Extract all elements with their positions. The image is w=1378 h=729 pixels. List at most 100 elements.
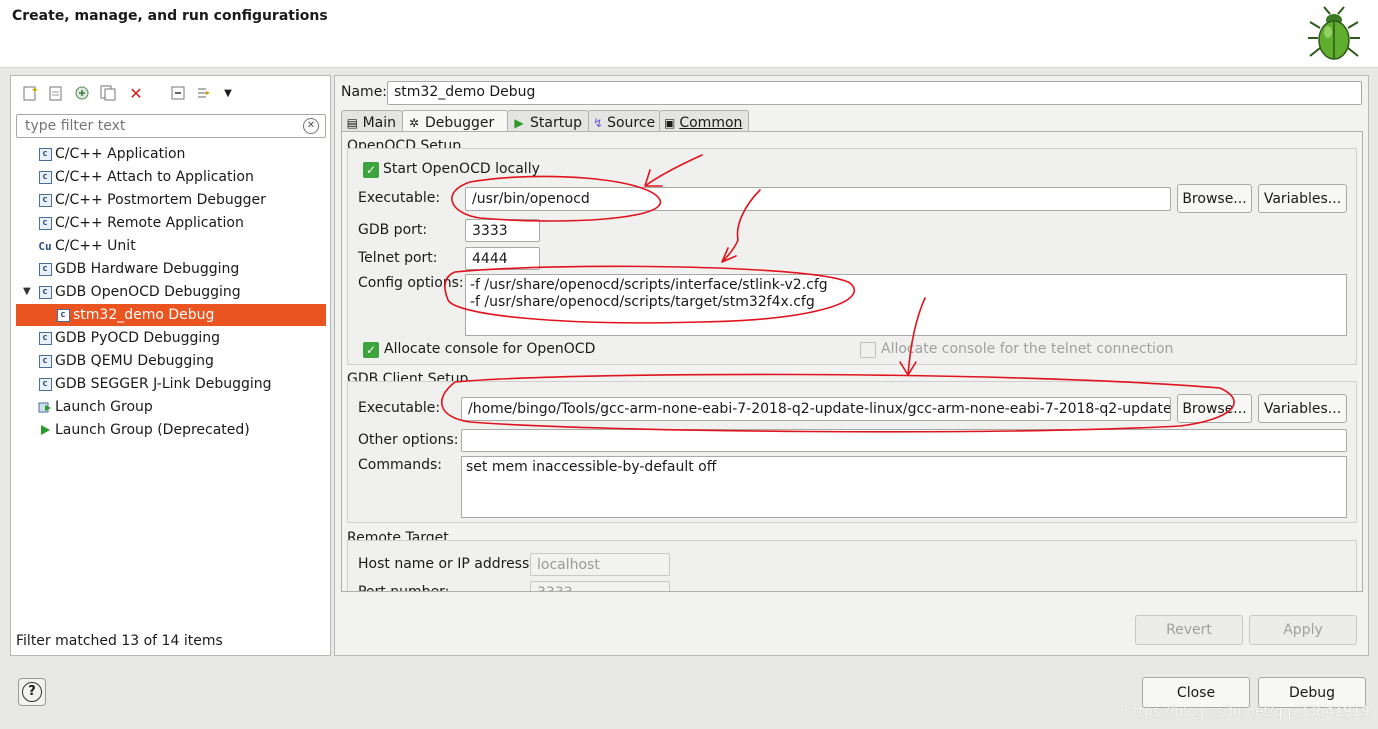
name-input[interactable]: stm32_demo Debug xyxy=(387,81,1362,105)
config-tree-panel: ✦ ✕ ▼ ✕ cC/C++ ApplicationcC/C++ Attach … xyxy=(10,75,331,656)
run-icon: ▶ xyxy=(514,115,524,130)
tree-item[interactable]: c C/C++ Postmortem Debugger xyxy=(16,189,326,211)
tab-label: Debugger xyxy=(425,115,495,131)
tree-item-label: Launch Group (Deprecated) xyxy=(55,422,250,438)
gear-icon: ✲ xyxy=(408,116,420,130)
tree-item[interactable]: c GDB PyOCD Debugging xyxy=(16,327,326,349)
tree-item-label: C/C++ Application xyxy=(55,146,186,162)
tab-startup[interactable]: ▶ Startup xyxy=(507,110,589,132)
other-options-input[interactable] xyxy=(461,429,1347,452)
tree-item[interactable]: c GDB SEGGER J-Link Debugging xyxy=(16,373,326,395)
collapse-all-icon[interactable] xyxy=(167,82,189,104)
tree-item-label: GDB PyOCD Debugging xyxy=(55,330,221,346)
c-icon: c xyxy=(56,308,70,322)
tree-item[interactable]: Launch Group (Deprecated) xyxy=(16,419,326,441)
dialog-title: Create, manage, and run configurations xyxy=(12,8,328,24)
telnet-port-input[interactable]: 4444 xyxy=(465,247,540,270)
filter-input[interactable] xyxy=(23,116,303,136)
launch-group-icon xyxy=(38,400,52,414)
c-icon: c xyxy=(38,216,52,230)
duplicate-icon[interactable] xyxy=(97,82,119,104)
tree-item-label: Launch Group xyxy=(55,399,153,415)
dialog-header: Create, manage, and run configurations xyxy=(0,0,1378,68)
other-options-label: Other options: xyxy=(358,432,459,448)
chevron-down-icon[interactable]: ▼ xyxy=(217,82,239,104)
allocate-console-label: Allocate console for OpenOCD xyxy=(384,341,596,357)
host-label: Host name or IP address: xyxy=(358,556,534,572)
start-openocd-label: Start OpenOCD locally xyxy=(383,161,540,177)
tab-debugger[interactable]: ✲ Debugger xyxy=(402,110,508,133)
openocd-executable-input[interactable]: /usr/bin/openocd xyxy=(465,187,1171,211)
config-options-textarea[interactable]: -f /usr/share/openocd/scripts/interface/… xyxy=(465,274,1347,336)
document-icon: ▤ xyxy=(346,115,358,130)
tree-item[interactable]: Cu C/C++ Unit xyxy=(16,235,326,257)
tree-item-label: C/C++ Attach to Application xyxy=(55,169,254,185)
allocate-telnet-checkbox[interactable] xyxy=(860,342,876,358)
allocate-console-checkbox[interactable]: ✓ xyxy=(363,342,379,358)
filter-status: Filter matched 13 of 14 items xyxy=(16,633,223,649)
gdb-browse-button[interactable]: Browse... xyxy=(1177,394,1252,423)
c-icon: c xyxy=(38,285,52,299)
help-icon: ? xyxy=(22,682,42,702)
gdb-variables-button[interactable]: Variables... xyxy=(1258,394,1347,423)
commands-label: Commands: xyxy=(358,457,442,473)
tab-label: Common xyxy=(679,114,743,131)
tree-item-label: GDB OpenOCD Debugging xyxy=(55,284,241,300)
gdb-port-input[interactable]: 3333 xyxy=(465,219,540,242)
tree-item-label: C/C++ Unit xyxy=(55,238,136,254)
config-options-label: Config options: xyxy=(358,275,464,291)
filter-icon[interactable] xyxy=(193,82,215,104)
port-number-label: Port number: xyxy=(358,584,450,592)
config-editor-panel: Name: stm32_demo Debug ▤ Main ✲ Debugger… xyxy=(334,75,1369,656)
tree-item[interactable]: c C/C++ Application xyxy=(16,143,326,165)
c-icon: c xyxy=(38,193,52,207)
new-prototype-icon[interactable] xyxy=(45,82,67,104)
tab-label: Main xyxy=(362,114,396,131)
c-icon: c xyxy=(38,377,52,391)
c-icon: c xyxy=(38,262,52,276)
tree-item-label: C/C++ Remote Application xyxy=(55,215,244,231)
telnet-port-label: Telnet port: xyxy=(358,250,438,266)
clear-filter-icon[interactable]: ✕ xyxy=(303,118,319,134)
c-icon: c xyxy=(38,147,52,161)
tree-item[interactable]: c C/C++ Remote Application xyxy=(16,212,326,234)
help-button[interactable]: ? xyxy=(18,678,46,706)
c-icon: c xyxy=(38,331,52,345)
openocd-executable-label: Executable: xyxy=(358,190,441,206)
commands-textarea[interactable]: set mem inaccessible-by-default off xyxy=(461,456,1347,518)
revert-button[interactable]: Revert xyxy=(1135,615,1243,645)
delete-icon[interactable]: ✕ xyxy=(125,82,147,104)
tree-item[interactable]: ▼ c GDB OpenOCD Debugging xyxy=(16,281,326,303)
debugger-tab-body: OpenOCD Setup ✓ Start OpenOCD locally Ex… xyxy=(341,131,1363,592)
gdb-executable-input[interactable]: /home/bingo/Tools/gcc-arm-none-eabi-7-20… xyxy=(461,397,1171,421)
tab-common[interactable]: ▣ Common xyxy=(659,110,749,132)
c-icon: c xyxy=(38,354,52,368)
tree-item[interactable]: c stm32_demo Debug xyxy=(16,304,326,326)
tab-source[interactable]: ↯ Source xyxy=(588,110,660,132)
tree-item[interactable]: c C/C++ Attach to Application xyxy=(16,166,326,188)
c-icon: c xyxy=(38,170,52,184)
host-input[interactable]: localhost xyxy=(530,553,670,576)
openocd-browse-button[interactable]: Browse... xyxy=(1177,184,1252,213)
tab-main[interactable]: ▤ Main xyxy=(341,110,403,132)
source-icon: ↯ xyxy=(593,115,604,130)
tree-item[interactable]: Launch Group xyxy=(16,396,326,418)
watermark: https://blog.csdn.net/qq_33641919 xyxy=(1124,704,1370,720)
run-icon xyxy=(38,423,52,437)
cu-icon: Cu xyxy=(38,239,52,253)
tree-item[interactable]: c GDB Hardware Debugging xyxy=(16,258,326,280)
filter-input-box[interactable]: ✕ xyxy=(16,114,326,138)
gdb-executable-label: Executable: xyxy=(358,400,441,416)
tree-item[interactable]: c GDB QEMU Debugging xyxy=(16,350,326,372)
tree-item-label: C/C++ Postmortem Debugger xyxy=(55,192,266,208)
new-config-icon[interactable]: ✦ xyxy=(19,82,41,104)
name-label: Name: xyxy=(341,84,388,100)
port-number-input[interactable]: 3333 xyxy=(530,581,670,591)
apply-button[interactable]: Apply xyxy=(1249,615,1357,645)
openocd-variables-button[interactable]: Variables... xyxy=(1258,184,1347,213)
expand-arrow-icon[interactable]: ▼ xyxy=(23,286,31,297)
start-openocd-checkbox[interactable]: ✓ xyxy=(363,162,379,178)
tree-item-label: GDB SEGGER J-Link Debugging xyxy=(55,376,272,392)
export-icon[interactable] xyxy=(71,82,93,104)
allocate-telnet-label: Allocate console for the telnet connecti… xyxy=(881,341,1174,357)
